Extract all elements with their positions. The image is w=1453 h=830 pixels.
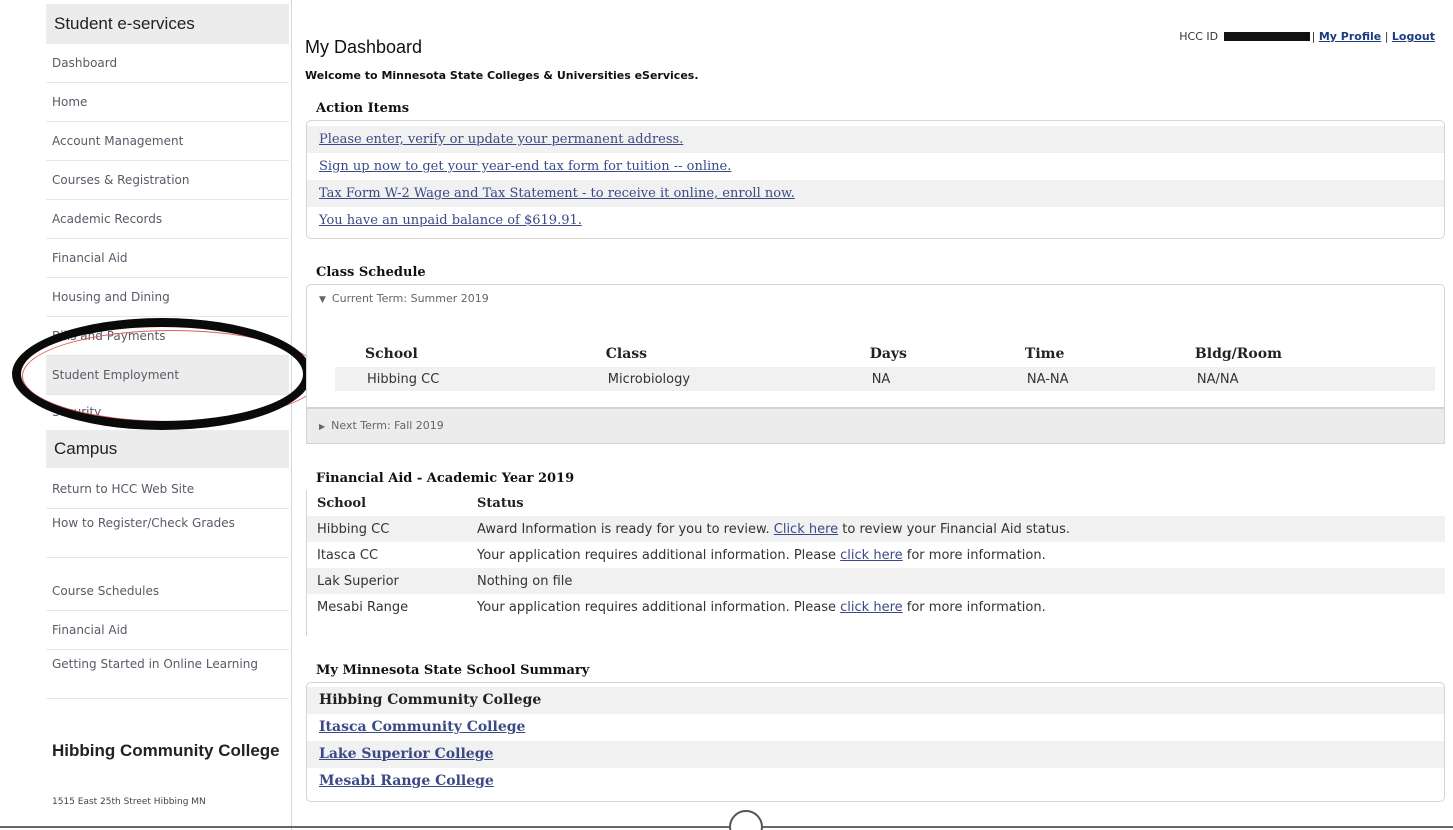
action-item: Please enter, verify or update your perm… bbox=[307, 126, 1444, 153]
table-row: Lak Superior Nothing on file bbox=[307, 568, 1445, 594]
table-row: Itasca CC Your application requires addi… bbox=[307, 542, 1445, 568]
col-class: Class bbox=[605, 346, 648, 362]
sidebar-item-home[interactable]: Home bbox=[46, 83, 289, 122]
fa-school: Hibbing CC bbox=[307, 516, 467, 542]
cell-class: Microbiology bbox=[575, 367, 840, 391]
fa-status: Nothing on file bbox=[467, 568, 1445, 594]
fa-status-text: to review your Financial Aid status. bbox=[838, 521, 1070, 537]
col-school: School bbox=[365, 346, 418, 362]
sidebar-item-courses-registration[interactable]: Courses & Registration bbox=[46, 161, 289, 200]
fa-status: Award Information is ready for you to re… bbox=[467, 516, 1445, 542]
caret-down-icon: ▼ bbox=[319, 295, 326, 305]
sidebar-item-dashboard[interactable]: Dashboard bbox=[46, 44, 289, 83]
id-label: HCC ID bbox=[1179, 30, 1219, 43]
college-address: 1515 East 25th Street Hibbing MN bbox=[52, 797, 206, 807]
fa-status-text: Your application requires additional inf… bbox=[477, 599, 841, 615]
summary-school-link[interactable]: Itasca Community College bbox=[319, 719, 525, 735]
action-item: Sign up now to get your year-end tax for… bbox=[307, 153, 1444, 180]
col-days: Days bbox=[869, 346, 907, 362]
summary-school-link[interactable]: Lake Superior College bbox=[319, 746, 493, 762]
sidebar-item-housing-dining[interactable]: Housing and Dining bbox=[46, 278, 289, 317]
summary-school-row: Mesabi Range College bbox=[307, 768, 1444, 795]
campus-header: Campus bbox=[46, 430, 289, 468]
action-item-link[interactable]: You have an unpaid balance of $619.91. bbox=[319, 213, 582, 228]
user-links: HCC ID | My Profile | Logout bbox=[1179, 30, 1435, 43]
schedule-header-row: School Class Days Time Bldg/Room bbox=[335, 341, 1435, 367]
campus-item-return-to-site[interactable]: Return to HCC Web Site bbox=[46, 470, 289, 509]
fa-school: Lak Superior bbox=[307, 568, 467, 594]
summary-school-current: Hibbing Community College bbox=[307, 687, 1444, 714]
welcome-message: Welcome to Minnesota State Colleges & Un… bbox=[305, 69, 699, 82]
financial-aid-title: Financial Aid - Academic Year 2019 bbox=[316, 471, 575, 486]
fa-school: Mesabi Range bbox=[317, 599, 409, 615]
logout-link[interactable]: Logout bbox=[1392, 30, 1435, 43]
action-item: You have an unpaid balance of $619.91. bbox=[307, 207, 1444, 234]
class-schedule-box: ▼ Current Term: Summer 2019 School Class … bbox=[306, 284, 1445, 408]
summary-school-link[interactable]: Mesabi Range College bbox=[319, 773, 494, 789]
financial-aid-box: School Status Hibbing CC Award Informati… bbox=[306, 490, 1445, 636]
fa-status-link[interactable]: click here bbox=[840, 548, 902, 563]
school-summary-title: My Minnesota State School Summary bbox=[316, 663, 590, 678]
action-item-link[interactable]: Please enter, verify or update your perm… bbox=[319, 132, 683, 147]
fa-status: Your application requires additional inf… bbox=[467, 594, 1445, 620]
sidebar-item-account-management[interactable]: Account Management bbox=[46, 122, 289, 161]
cell-days: NA bbox=[839, 367, 995, 391]
sidebar-item-academic-records[interactable]: Academic Records bbox=[46, 200, 289, 239]
action-items-box: Please enter, verify or update your perm… bbox=[306, 120, 1445, 239]
annotation-ellipse bbox=[12, 318, 312, 430]
fa-status-text: Award Information is ready for you to re… bbox=[477, 521, 774, 537]
college-name: Hibbing Community College bbox=[52, 741, 280, 760]
campus-item-course-schedules[interactable]: Course Schedules bbox=[46, 572, 289, 611]
next-term-toggle[interactable]: ▶ Next Term: Fall 2019 bbox=[306, 408, 1445, 444]
caret-right-icon: ▶ bbox=[319, 422, 326, 431]
fa-status-text: Your application requires additional inf… bbox=[477, 547, 841, 563]
cell-school: Hibbing CC bbox=[335, 367, 576, 391]
current-term-toggle[interactable]: ▼ Current Term: Summer 2019 bbox=[307, 285, 1444, 312]
sidebar-item-financial-aid[interactable]: Financial Aid bbox=[46, 239, 289, 278]
action-items-title: Action Items bbox=[316, 101, 410, 116]
redacted-id bbox=[1223, 32, 1310, 41]
fa-status-text: Nothing on file bbox=[477, 573, 573, 589]
action-item-link[interactable]: Tax Form W-2 Wage and Tax Statement - to… bbox=[319, 186, 795, 201]
fa-school: Itasca CC bbox=[317, 547, 379, 563]
col-time: Time bbox=[1024, 346, 1065, 362]
fa-status-link[interactable]: click here bbox=[840, 600, 902, 615]
col-bldg-room: Bldg/Room bbox=[1194, 346, 1282, 362]
campus-item-financial-aid[interactable]: Financial Aid bbox=[46, 611, 289, 650]
action-item-link[interactable]: Sign up now to get your year-end tax for… bbox=[319, 159, 731, 174]
class-schedule-title: Class Schedule bbox=[316, 265, 426, 280]
page-title: My Dashboard bbox=[305, 37, 423, 57]
sidebar-header: Student e-services bbox=[46, 4, 289, 44]
col-status: Status bbox=[477, 495, 524, 511]
schedule-table: School Class Days Time Bldg/Room Hibbing… bbox=[335, 341, 1435, 391]
cell-time: NA-NA bbox=[994, 367, 1165, 391]
table-row: Hibbing CC Award Information is ready fo… bbox=[307, 516, 1445, 542]
next-term-label: Next Term: Fall 2019 bbox=[331, 419, 444, 432]
fa-header-row: School Status bbox=[307, 490, 1445, 516]
fa-status-text: for more information. bbox=[902, 547, 1046, 563]
current-term-label: Current Term: Summer 2019 bbox=[331, 292, 489, 305]
summary-school-row: Itasca Community College bbox=[307, 714, 1444, 741]
campus-item-register-grades[interactable]: How to Register/Check Grades bbox=[46, 509, 289, 558]
fa-status-link[interactable]: Click here bbox=[774, 522, 838, 537]
action-item: Tax Form W-2 Wage and Tax Statement - to… bbox=[307, 180, 1444, 207]
financial-aid-table: School Status Hibbing CC Award Informati… bbox=[307, 490, 1445, 620]
table-row: Hibbing CC Microbiology NA NA-NA NA/NA bbox=[335, 367, 1435, 391]
fa-status: Your application requires additional inf… bbox=[467, 542, 1445, 568]
campus-item-online-learning[interactable]: Getting Started in Online Learning bbox=[46, 650, 289, 699]
school-summary-box: Hibbing Community College Itasca Communi… bbox=[306, 682, 1445, 802]
my-profile-link[interactable]: My Profile bbox=[1319, 30, 1381, 43]
summary-school-row: Lake Superior College bbox=[307, 741, 1444, 768]
fa-status-text: for more information. bbox=[902, 599, 1046, 615]
bottom-divider bbox=[0, 826, 1453, 828]
cell-bldg-room: NA/NA bbox=[1164, 367, 1435, 391]
table-row: Mesabi Range Your application requires a… bbox=[307, 594, 1445, 620]
main-content: My Dashboard HCC ID | My Profile | Logou… bbox=[292, 0, 1453, 830]
col-school: School bbox=[317, 495, 367, 511]
